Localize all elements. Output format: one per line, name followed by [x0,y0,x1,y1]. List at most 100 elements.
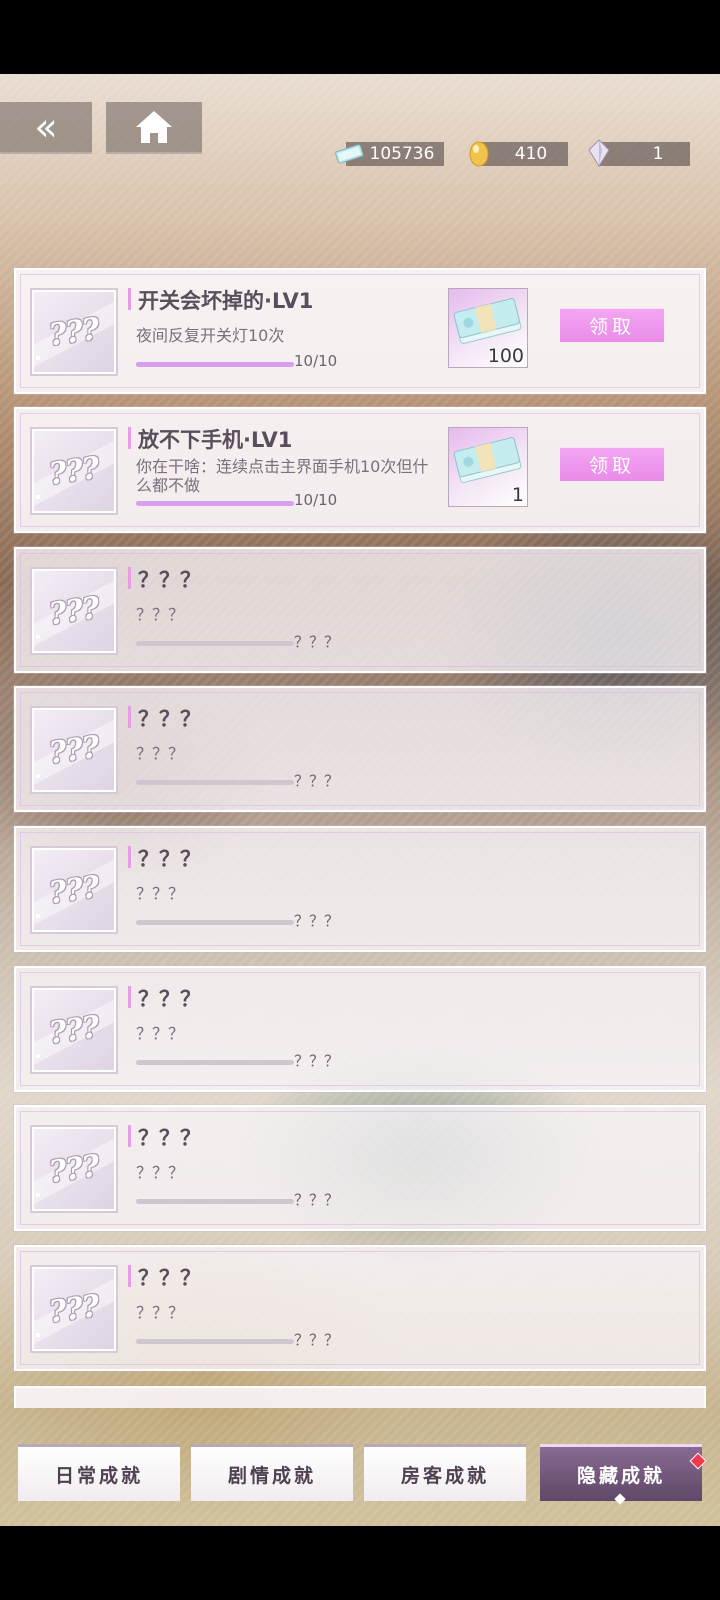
badge-label: ??? [46,1009,102,1051]
progress-text: 10/10 [294,491,338,509]
achievement-desc: ？？？ [136,1163,185,1182]
back-button[interactable]: « [0,102,92,154]
badge-label: ??? [46,869,102,911]
achievement-title: ？？？ [138,847,201,871]
progress-text: 10/10 [294,352,338,370]
cash-icon [335,144,364,164]
achievement-title: ？？？ [138,1266,201,1290]
badge-dot [36,1054,40,1058]
badge-label: ??? [46,590,102,632]
badge-label: ??? [46,311,102,353]
badge-label: ??? [46,1288,102,1330]
progress-bar [136,780,294,785]
crystal-amount: 1 [652,144,664,164]
badge-dot [36,495,40,499]
progress-text: ？？？ [294,633,340,651]
progress-text: ？？？ [294,912,340,930]
achievement-card-partial [14,1386,706,1408]
currency-gold: 410 [469,141,568,167]
badge-label: ??? [46,450,102,492]
active-indicator-icon [614,1493,626,1505]
reward-item[interactable]: 1 [448,427,528,507]
currency-crystal: 1 [588,139,690,167]
achievement-desc: ？？？ [136,605,185,624]
badge-dot [36,774,40,778]
claim-button[interactable]: 领取 [560,308,664,342]
reward-count: 100 [487,345,524,367]
achievement-desc: 你在干啥：连续点击主界面手机10次但什么都不做 [136,457,429,495]
achievement-title: ？？？ [138,707,201,731]
game-screen: « 105736 410 1 ??? 开关会坏掉的·LV1 夜间反复开关灯10次… [0,74,720,1526]
achievement-desc: 夜间反复开关灯10次 [136,326,285,345]
progress-text: ？？？ [294,1052,340,1070]
title-accent [128,427,131,449]
gold-egg-icon [469,141,489,167]
reward-item[interactable]: 100 [448,288,528,368]
locked-badge: ??? [30,1265,118,1353]
gold-amount: 410 [514,144,548,164]
notification-gem-icon [689,1452,707,1470]
badge-dot [36,914,40,918]
achievement-card-locked: ??? ？？？ ？？？ ？？？ [14,547,706,673]
tab-hidden[interactable]: 隐藏成就 [540,1444,707,1505]
tab-story[interactable]: 剧情成就 [191,1444,353,1501]
achievement-tabs: 日常成就 剧情成就 房客成就 隐藏成就 [0,1444,720,1505]
home-icon [136,111,172,143]
tab-hidden-label: 隐藏成就 [576,1464,665,1487]
progress-bar [136,1060,294,1065]
locked-badge: ??? [30,427,118,515]
achievement-title: ？？？ [138,1126,201,1150]
cash-bundle-icon [453,437,522,483]
title-accent [128,846,131,868]
progress-text: ？？？ [294,1331,340,1349]
badge-dot [36,1193,40,1197]
currency-cash: 105736 [335,142,444,166]
achievement-title: 开关会坏掉的·LV1 [138,289,314,313]
achievement-card: ??? 放不下手机·LV1 你在干啥：连续点击主界面手机10次但什么都不做 10… [14,407,706,533]
crystal-icon [588,139,610,167]
achievement-card-locked: ??? ？？？ ？？？ ？？？ [14,686,706,812]
tab-daily[interactable]: 日常成就 [18,1444,180,1501]
claim-button[interactable]: 领取 [560,447,664,481]
cash-amount: 105736 [369,144,435,164]
progress-bar [136,920,294,925]
achievement-card-locked: ??? ？？？ ？？？ ？？？ [14,1105,706,1231]
locked-badge: ??? [30,986,118,1074]
badge-label: ??? [46,729,102,771]
progress-bar [136,501,294,506]
title-accent [128,706,131,728]
top-bar: « 105736 410 1 [0,102,720,167]
locked-badge: ??? [30,846,118,934]
locked-badge: ??? [30,1125,118,1213]
cash-bundle-icon [453,298,522,344]
home-button[interactable] [106,102,202,154]
title-accent [128,1125,131,1147]
locked-badge: ??? [30,288,118,376]
locked-badge: ??? [30,567,118,655]
achievement-desc: ？？？ [136,1303,185,1322]
progress-fill [136,501,294,506]
badge-dot [36,1333,40,1337]
locked-badge: ??? [30,706,118,794]
badge-dot [36,356,40,360]
achievement-title: ？？？ [138,568,201,592]
tab-tenant[interactable]: 房客成就 [364,1444,526,1501]
progress-fill [136,362,294,367]
achievement-card-locked: ??? ？？？ ？？？ ？？？ [14,1245,706,1371]
progress-text: ？？？ [294,1191,340,1209]
badge-label: ??? [46,1148,102,1190]
progress-bar [136,362,294,367]
title-accent [128,986,131,1008]
progress-bar [136,641,294,646]
achievement-card: ??? 开关会坏掉的·LV1 夜间反复开关灯10次 10/10 100 领取 [14,268,706,394]
title-accent [128,288,131,310]
title-accent [128,1265,131,1287]
achievement-desc: ？？？ [136,1024,185,1043]
achievement-desc: ？？？ [136,744,185,763]
progress-bar [136,1199,294,1204]
achievement-title: ？？？ [138,987,201,1011]
badge-dot [36,635,40,639]
achievement-desc: ？？？ [136,884,185,903]
progress-bar [136,1339,294,1344]
achievement-title: 放不下手机·LV1 [138,428,293,452]
